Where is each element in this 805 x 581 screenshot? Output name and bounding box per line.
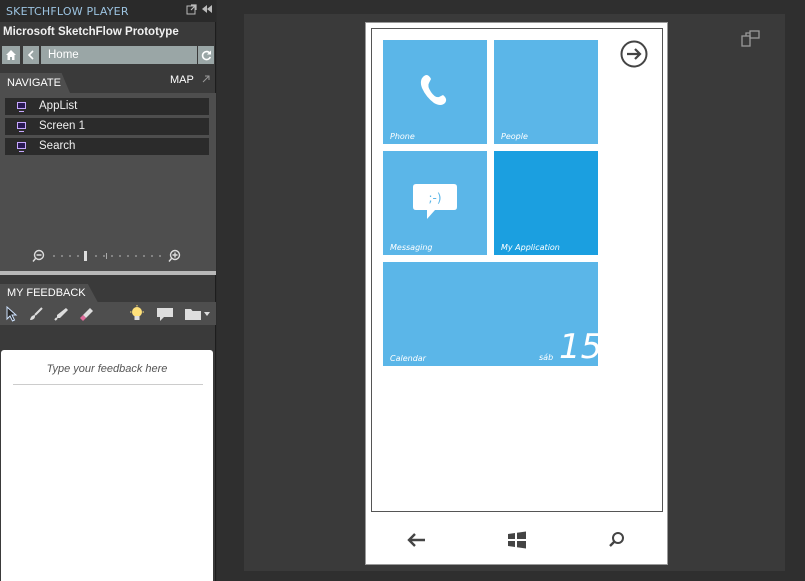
player-panel: SKETCHFLOW PLAYER Microsoft SketchFlow P… [0, 0, 216, 581]
phone-back-button[interactable] [405, 530, 427, 550]
tile-label: People [501, 132, 528, 141]
arrow-right-circle-icon[interactable] [620, 40, 648, 68]
tile-calendar[interactable]: Calendar sáb 15 [383, 262, 602, 366]
brush-tool-button[interactable] [26, 304, 46, 323]
zoom-in-icon[interactable] [168, 249, 181, 262]
fullscreen-icon[interactable] [741, 30, 761, 48]
phone-search-button[interactable] [606, 530, 628, 550]
nav-item-label: Screen 1 [39, 120, 86, 132]
nav-item-label: AppList [39, 100, 78, 112]
tab-navigate[interactable]: NAVIGATE [0, 73, 70, 93]
tile-phone[interactable]: Phone [383, 40, 487, 144]
chevron-left-icon [27, 50, 34, 60]
project-title: Microsoft SketchFlow Prototype [3, 26, 179, 38]
navigation-bar: Home [2, 46, 214, 64]
highlighter-tool-button[interactable] [51, 304, 71, 323]
panel-splitter[interactable] [0, 271, 216, 275]
nav-item-applist[interactable]: AppList [5, 98, 209, 115]
screen-icon [17, 142, 26, 152]
eraser-tool-button[interactable] [76, 304, 96, 323]
nav-item-screen-1[interactable]: Screen 1 [5, 118, 209, 135]
nav-item-label: Search [39, 140, 76, 152]
home-button[interactable] [2, 46, 20, 64]
idea-button[interactable] [127, 304, 147, 323]
refresh-icon [201, 50, 211, 60]
tile-label: Calendar [390, 354, 426, 363]
back-button[interactable] [23, 46, 39, 64]
folder-icon [185, 308, 201, 320]
tile-people[interactable]: People [494, 40, 598, 144]
zoom-control [32, 248, 182, 262]
eraser-icon [80, 307, 93, 321]
tile-messaging[interactable]: ;-) Messaging [383, 151, 487, 255]
messaging-icon: ;-) [413, 184, 457, 219]
chevron-down-icon [204, 311, 210, 316]
feedback-textarea[interactable]: Type your feedback here [1, 350, 213, 581]
highlighter-icon [54, 307, 68, 321]
windows-start-button[interactable] [506, 530, 528, 550]
pointer-icon [6, 305, 18, 322]
select-tool-button[interactable] [2, 304, 22, 323]
divider [13, 384, 203, 385]
feedback-placeholder: Type your feedback here [46, 363, 168, 375]
player-title: SKETCHFLOW PLAYER [6, 5, 129, 18]
tab-my-feedback[interactable]: MY FEEDBACK [0, 284, 98, 302]
nav-item-search[interactable]: Search [5, 138, 209, 155]
speech-bubble-icon [157, 307, 173, 321]
navigate-tab-row: NAVIGATE MAP [0, 73, 216, 93]
home-icon [6, 50, 16, 60]
calendar-day: sáb [539, 353, 554, 362]
popout-icon[interactable] [186, 4, 197, 18]
refresh-button[interactable] [198, 46, 214, 64]
breadcrumb[interactable]: Home [41, 46, 197, 64]
phone-icon [420, 75, 447, 105]
tile-my-application[interactable]: My Application [494, 151, 598, 255]
tile-label: Messaging [390, 243, 433, 252]
feedback-toolbar [0, 302, 216, 325]
zoom-out-icon[interactable] [32, 249, 45, 262]
brush-icon [30, 306, 43, 320]
calendar-date: 15 [559, 327, 603, 367]
screen-icon [17, 102, 26, 112]
folder-menu-button[interactable] [182, 304, 212, 323]
screen-icon [17, 122, 26, 132]
zoom-slider[interactable] [53, 251, 161, 261]
lightbulb-icon [130, 304, 144, 320]
feedback-tab-row: MY FEEDBACK [0, 284, 216, 302]
map-label: MAP [170, 74, 194, 86]
comment-button[interactable] [155, 304, 175, 323]
tile-label: My Application [501, 243, 560, 252]
player-titlebar: SKETCHFLOW PLAYER [0, 0, 216, 22]
tile-label: Phone [390, 132, 415, 141]
navigate-pane: AppList Screen 1 Search [0, 93, 216, 271]
tab-map[interactable]: MAP [170, 74, 210, 86]
messaging-emoticon: ;-) [428, 191, 441, 205]
collapse-panel-icon[interactable] [201, 4, 213, 17]
map-expand-icon [202, 75, 210, 83]
